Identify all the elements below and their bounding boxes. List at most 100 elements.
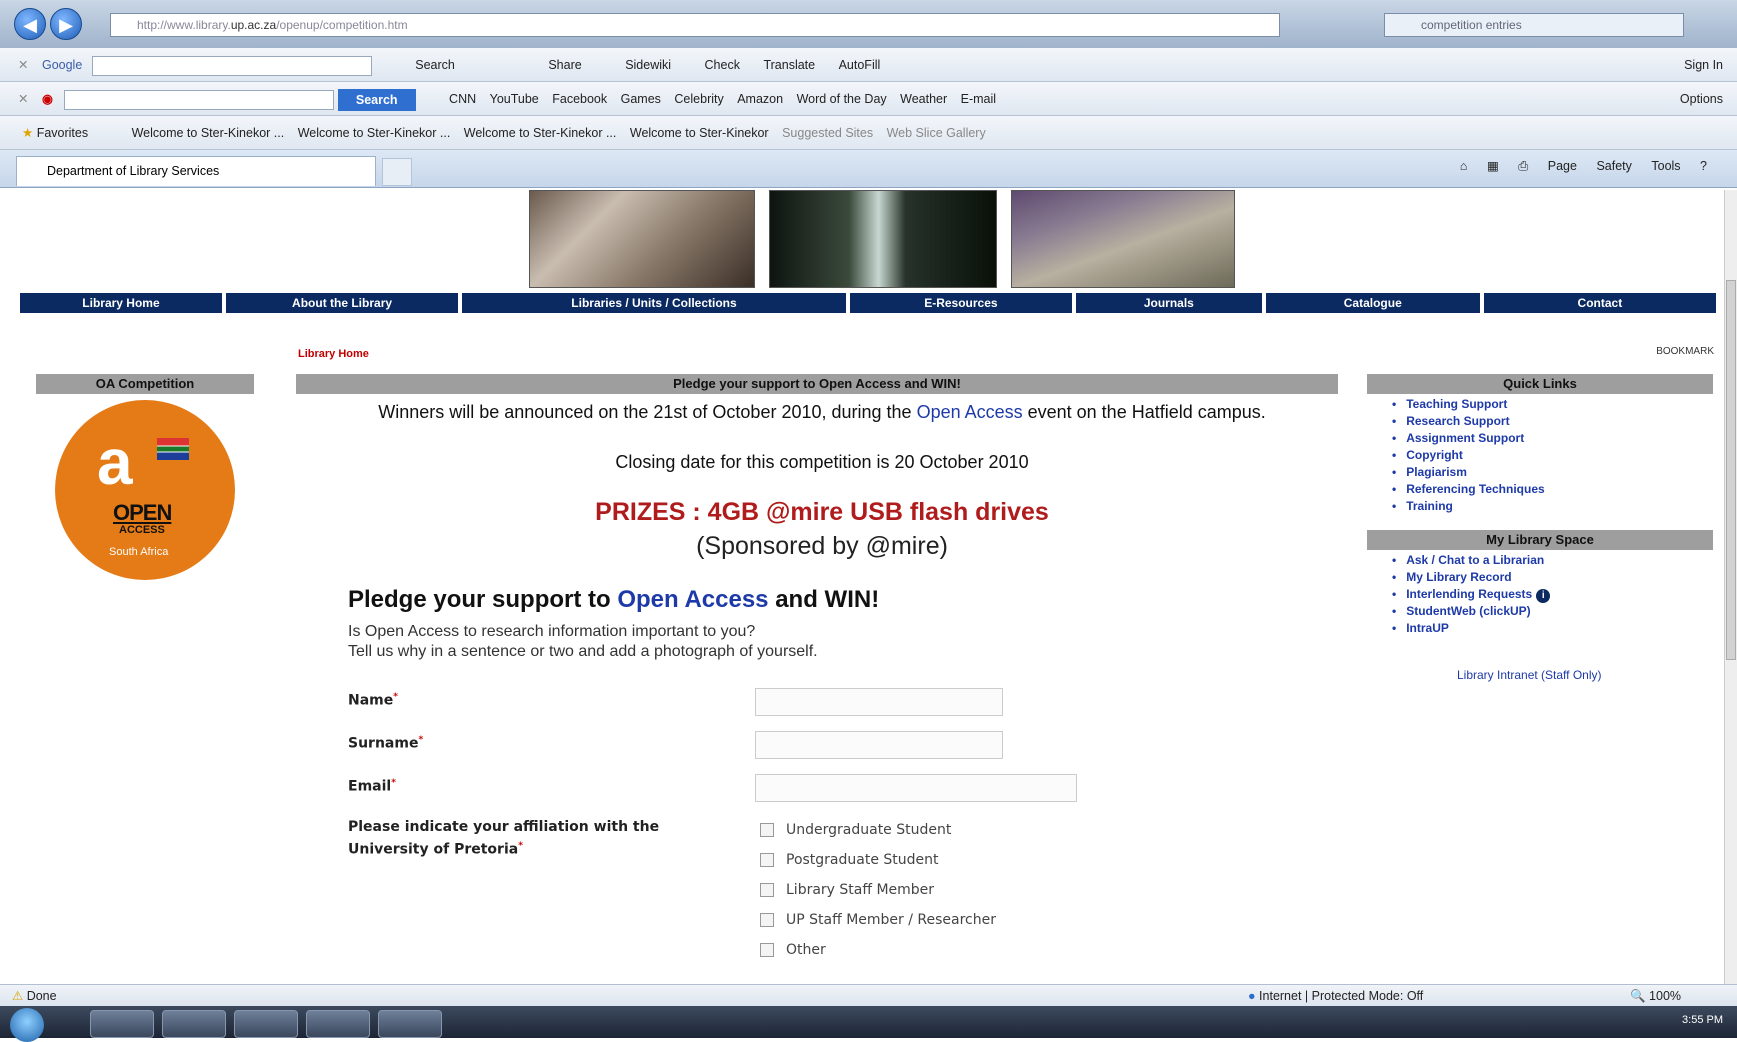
favorite-link[interactable]: Welcome to Ster-Kinekor xyxy=(630,116,769,149)
favorites-button[interactable]: Favorites xyxy=(37,116,88,149)
taskbar-vodafone-icon[interactable] xyxy=(234,1010,298,1038)
sign-in-link[interactable]: Sign In xyxy=(1684,48,1723,81)
menu-catalogue[interactable]: Catalogue xyxy=(1265,293,1480,313)
toolbar-email-link[interactable]: E-mail xyxy=(961,82,996,115)
start-button[interactable] xyxy=(10,1008,44,1042)
toolbar-search-input[interactable] xyxy=(64,89,335,110)
menu-journals[interactable]: Journals xyxy=(1075,293,1262,313)
link-training[interactable]: Training xyxy=(1392,498,1545,515)
taskbar-ie-icon[interactable] xyxy=(90,1010,154,1038)
link-interlending[interactable]: Interlending Requestsi xyxy=(1392,586,1551,603)
menu-libraries-units[interactable]: Libraries / Units / Collections xyxy=(462,293,846,313)
link-intraup[interactable]: IntraUP xyxy=(1392,620,1550,637)
name-label-text: Name xyxy=(348,692,394,709)
link-ask-librarian[interactable]: Ask / Chat to a Librarian xyxy=(1392,552,1550,569)
link-assignment-support[interactable]: Assignment Support xyxy=(1392,430,1545,447)
bookmark-button[interactable]: BOOKMARK xyxy=(1564,342,1714,362)
affiliation-option[interactable]: Library Staff Member xyxy=(760,882,934,898)
open-access-link[interactable]: Open Access xyxy=(617,586,768,613)
link-research-support[interactable]: Research Support xyxy=(1392,413,1545,430)
breadcrumb[interactable]: Library Home xyxy=(298,348,369,360)
browser-search-tab[interactable]: competition entries xyxy=(1384,13,1684,37)
library-intranet-link[interactable]: Library Intranet (Staff Only) xyxy=(1457,668,1602,682)
checkbox[interactable] xyxy=(760,943,774,957)
google-autofill-button[interactable]: AutoFill xyxy=(839,48,881,81)
toolbar-facebook-link[interactable]: Facebook xyxy=(552,82,607,115)
google-check-button[interactable]: Check xyxy=(705,48,740,81)
safety-menu[interactable]: Safety xyxy=(1596,159,1631,173)
open-access-link[interactable]: Open Access xyxy=(917,402,1023,422)
affiliation-option[interactable]: Undergraduate Student xyxy=(760,822,951,838)
affiliation-option[interactable]: UP Staff Member / Researcher xyxy=(760,912,996,928)
toolbar-search-button[interactable]: Search xyxy=(337,88,416,111)
menu-about-library[interactable]: About the Library xyxy=(225,293,459,313)
quick-links-list: Teaching Support Research Support Assign… xyxy=(1392,396,1545,515)
link-interlending-text: Interlending Requests xyxy=(1406,587,1533,601)
page-menu[interactable]: Page xyxy=(1548,159,1577,173)
zoom-control[interactable]: 🔍 100% xyxy=(1630,985,1681,1007)
form-instructions: Is Open Access to research information i… xyxy=(348,622,818,662)
checkbox[interactable] xyxy=(760,913,774,927)
link-teaching-support[interactable]: Teaching Support xyxy=(1392,396,1545,413)
taskbar-powerpoint-icon[interactable] xyxy=(378,1010,442,1038)
print-icon[interactable]: ⎙ xyxy=(1518,159,1528,173)
toolbar-word-of-day-link[interactable]: Word of the Day xyxy=(797,82,887,115)
google-brand: Google xyxy=(41,58,83,72)
checkbox[interactable] xyxy=(760,853,774,867)
zone-text: ● Internet | Protected Mode: Off xyxy=(1248,985,1423,1007)
back-arrow-icon[interactable]: ◀ xyxy=(14,8,46,40)
address-bar[interactable]: http://www.library.up.ac.za/openup/compe… xyxy=(110,13,1280,37)
winners-text: event on the Hatfield campus. xyxy=(1022,402,1266,422)
toolbar-options-button[interactable]: Options xyxy=(1680,82,1723,115)
favorite-link[interactable]: Welcome to Ster-Kinekor ... xyxy=(464,116,617,149)
my-library-space-list: Ask / Chat to a Librarian My Library Rec… xyxy=(1392,552,1551,637)
google-share-button[interactable]: Share xyxy=(548,48,581,81)
google-search-button[interactable]: Search xyxy=(415,48,455,81)
google-sidewiki-button[interactable]: Sidewiki xyxy=(625,48,671,81)
affiliation-option[interactable]: Postgraduate Student xyxy=(760,852,939,868)
scrollbar-thumb[interactable] xyxy=(1726,280,1736,660)
taskbar-outlook-icon[interactable] xyxy=(306,1010,370,1038)
taskbar-explorer-icon[interactable] xyxy=(162,1010,226,1038)
link-referencing-techniques[interactable]: Referencing Techniques xyxy=(1392,481,1544,498)
affiliation-option[interactable]: Other xyxy=(760,942,826,958)
google-translate-button[interactable]: Translate xyxy=(763,48,815,81)
favorite-link[interactable]: Welcome to Ster-Kinekor ... xyxy=(132,116,285,149)
close-toolbar-icon[interactable]: ✕ xyxy=(18,48,28,81)
surname-field[interactable] xyxy=(755,731,1003,759)
toolbar-amazon-link[interactable]: Amazon xyxy=(737,82,783,115)
toolbar-celebrity-link[interactable]: Celebrity xyxy=(674,82,723,115)
tab-department-library[interactable]: Department of Library Services xyxy=(16,156,376,186)
link-copyright[interactable]: Copyright xyxy=(1392,447,1545,464)
close-toolbar-icon[interactable]: ✕ xyxy=(18,82,28,115)
menu-e-resources[interactable]: E-Resources xyxy=(849,293,1072,313)
tab-bar: Department of Library Services ⌂ ▦ ⎙ Pag… xyxy=(0,150,1737,188)
link-plagiarism[interactable]: Plagiarism xyxy=(1392,464,1545,481)
help-icon[interactable]: ? xyxy=(1700,159,1707,173)
favorite-link[interactable]: Welcome to Ster-Kinekor ... xyxy=(298,116,451,149)
info-icon[interactable]: i xyxy=(1536,589,1551,603)
tools-menu[interactable]: Tools xyxy=(1651,159,1680,173)
toolbar-weather-link[interactable]: Weather xyxy=(900,82,947,115)
menu-library-home[interactable]: Library Home xyxy=(20,293,222,313)
forward-arrow-icon[interactable]: ▶ xyxy=(50,8,82,40)
toolbar-games-link[interactable]: Games xyxy=(621,82,661,115)
checkbox[interactable] xyxy=(760,883,774,897)
feeds-icon[interactable]: ▦ xyxy=(1487,159,1499,173)
checkbox[interactable] xyxy=(760,823,774,837)
toolbar-youtube-link[interactable]: YouTube xyxy=(490,82,539,115)
link-my-library-record[interactable]: My Library Record xyxy=(1392,569,1550,586)
email-field[interactable] xyxy=(755,774,1077,802)
google-search-input[interactable] xyxy=(91,55,372,76)
link-studentweb[interactable]: StudentWeb (clickUP) xyxy=(1392,603,1550,620)
affiliation-option-label: Postgraduate Student xyxy=(786,852,939,868)
suggested-sites-link[interactable]: Suggested Sites xyxy=(782,116,873,149)
winners-announcement: Winners will be announced on the 21st of… xyxy=(322,400,1322,424)
web-slice-gallery-link[interactable]: Web Slice Gallery xyxy=(887,116,986,149)
name-field[interactable] xyxy=(755,688,1003,716)
new-tab-button[interactable] xyxy=(382,158,412,186)
home-icon[interactable]: ⌂ xyxy=(1460,159,1468,173)
menu-contact[interactable]: Contact xyxy=(1483,293,1716,313)
vertical-scrollbar[interactable] xyxy=(1724,190,1737,984)
toolbar-cnn-link[interactable]: CNN xyxy=(449,82,476,115)
